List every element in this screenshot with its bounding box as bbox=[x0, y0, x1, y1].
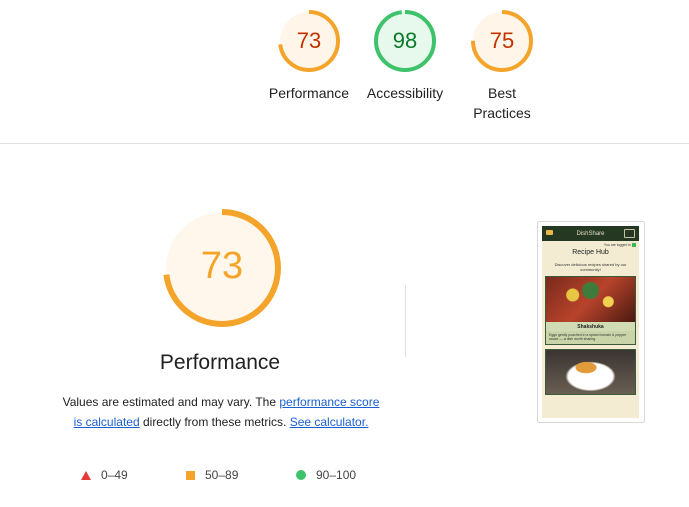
gauge-best-practices-score: 75 bbox=[489, 28, 515, 53]
gauge-best-practices[interactable]: 75 bbox=[469, 8, 535, 74]
main-performance-gauge: 73 bbox=[160, 206, 284, 330]
gauge-accessibility[interactable]: 98 bbox=[372, 8, 438, 74]
gauge-accessibility-score: 98 bbox=[392, 28, 418, 53]
legend-fail-label: 0–49 bbox=[101, 468, 128, 482]
gauge-best-practices-label: Best Practices bbox=[452, 83, 552, 123]
desc-text-2: directly from these metrics. bbox=[139, 415, 290, 429]
screenshot-login-text: You are logged in bbox=[603, 243, 631, 247]
gauge-best-practices-label-line1: Best bbox=[487, 85, 516, 101]
legend-average-label: 50–89 bbox=[205, 468, 239, 482]
square-icon bbox=[186, 470, 195, 480]
screenshot-login-status: You are logged in bbox=[542, 241, 639, 248]
vertical-divider bbox=[405, 285, 406, 357]
screenshot-page: DishShare You are logged in Recipe Hub D… bbox=[542, 226, 639, 418]
recipe-image bbox=[546, 277, 635, 323]
gauge-accessibility-label: Accessibility bbox=[366, 85, 444, 101]
logo-icon bbox=[546, 230, 553, 235]
gauge-best-practices-label-line2: Practices bbox=[473, 105, 531, 121]
performance-description: Values are estimated and may vary. The p… bbox=[62, 392, 380, 432]
performance-title: Performance bbox=[159, 351, 281, 374]
main-performance-score: 73 bbox=[200, 245, 244, 287]
recipe-image-2 bbox=[545, 349, 636, 396]
triangle-icon bbox=[81, 470, 91, 480]
screenshot-app-name: DishShare bbox=[576, 230, 605, 237]
legend-pass: 90–100 bbox=[296, 468, 356, 482]
recipe-card-text: Eggs gently poached in a spiced tomato &… bbox=[546, 331, 635, 345]
hamburger-menu-icon bbox=[624, 229, 635, 238]
see-calculator-link[interactable]: See calculator. bbox=[290, 415, 369, 429]
legend-average: 50–89 bbox=[186, 468, 238, 482]
gauge-performance-score: 73 bbox=[296, 28, 322, 53]
desc-text-1: Values are estimated and may vary. The bbox=[62, 395, 280, 409]
gauge-performance[interactable]: 73 bbox=[276, 8, 342, 74]
recipe-card-title: Shakshuka bbox=[577, 324, 604, 331]
checkbox-icon bbox=[632, 243, 636, 248]
legend-fail: 0–49 bbox=[81, 468, 128, 482]
screenshot-heading: Recipe Hub bbox=[572, 249, 609, 257]
page-screenshot-thumbnail[interactable]: DishShare You are logged in Recipe Hub D… bbox=[537, 221, 645, 423]
legend-pass-label: 90–100 bbox=[316, 468, 357, 482]
section-divider bbox=[0, 143, 689, 144]
gauge-performance-label: Performance bbox=[268, 85, 350, 101]
screenshot-description: Discover delicious recipes shared by our… bbox=[554, 262, 627, 273]
screenshot-navbar: DishShare bbox=[542, 226, 639, 241]
screenshot-recipe-card: Shakshuka Eggs gently poached in a spice… bbox=[545, 276, 636, 346]
circle-icon bbox=[296, 470, 306, 480]
